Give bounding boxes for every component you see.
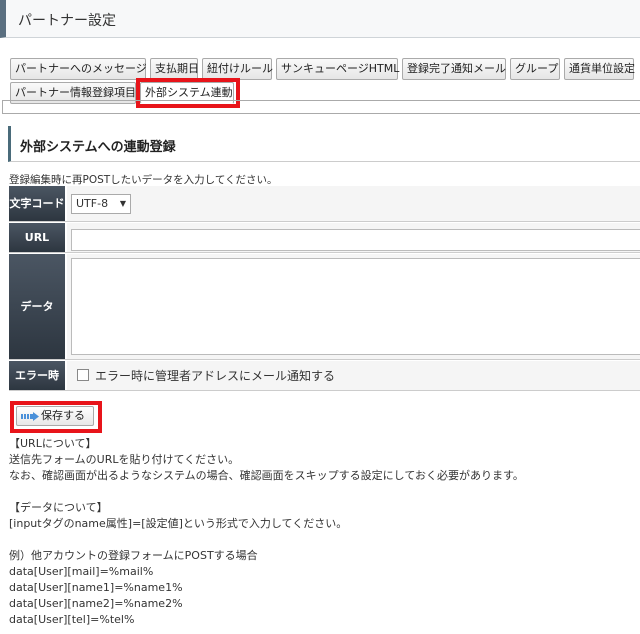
url-label: URL (9, 223, 65, 252)
note-line: 【URLについて】 (9, 437, 97, 450)
charset-value: UTF-8 (76, 197, 109, 210)
charset-select[interactable]: UTF-8 ▼ (71, 194, 131, 214)
chevron-down-icon: ▼ (119, 199, 126, 208)
help-notes: 【URLについて】 送信先フォームのURLを貼り付けてください。 なお、確認画面… (9, 436, 524, 628)
note-line (9, 532, 524, 548)
page-header: パートナー設定 (0, 0, 640, 38)
note-line: data[User][name1]=%name1% (9, 581, 183, 594)
charset-cell: UTF-8 ▼ (67, 186, 640, 221)
note-line: なお、確認画面が出るようなシステムの場合、確認画面をスキップする設定にしておく必… (9, 469, 524, 482)
save-button-label: 保存する (41, 409, 85, 422)
data-textarea[interactable] (71, 258, 640, 355)
row-url: URL (9, 223, 640, 253)
tab-payment-due[interactable]: 支払期日 (150, 58, 199, 80)
url-cell (67, 223, 640, 252)
note-line (9, 484, 524, 500)
charset-label: 文字コード (9, 186, 65, 221)
note-line: data[User][tel]=%tel% (9, 613, 135, 626)
section-title: 外部システムへの連動登録 (8, 126, 640, 162)
section-heading: 外部システムへの連動登録 (20, 140, 176, 155)
error-notify-checkbox[interactable] (77, 369, 89, 381)
error-label: エラー時 (9, 361, 65, 390)
page-title: パートナー設定 (18, 13, 116, 29)
data-cell (67, 254, 640, 359)
error-notify-label[interactable]: エラー時に管理者アドレスにメール通知する (95, 367, 335, 384)
tab-currency[interactable]: 通貨単位設定 (564, 58, 635, 80)
tab-group[interactable]: グループ (510, 58, 560, 80)
error-cell: エラー時に管理者アドレスにメール通知する (67, 361, 640, 390)
row-error: エラー時 エラー時に管理者アドレスにメール通知する (9, 361, 640, 391)
note-line: 例）他アカウントの登録フォームにPOSTする場合 (9, 549, 258, 562)
note-line: 【データについて】 (9, 501, 108, 514)
note-line: 送信先フォームのURLを貼り付けてください。 (9, 453, 240, 466)
tab-link-rules[interactable]: 紐付けルール (202, 58, 273, 80)
tab-partner-message[interactable]: パートナーへのメッセージ (10, 58, 147, 80)
data-label: データ (9, 254, 65, 359)
section-intro: 登録編集時に再POSTしたいデータを入力してください。 (9, 174, 278, 186)
save-button[interactable]: 保存する (16, 406, 94, 426)
note-line: data[User][name2]=%name2% (9, 597, 183, 610)
tab-content-rule (2, 100, 640, 114)
note-line: data[User][mail]=%mail% (9, 565, 154, 578)
url-input[interactable] (71, 229, 640, 251)
row-charset: 文字コード UTF-8 ▼ (9, 186, 640, 222)
row-data: データ (9, 254, 640, 360)
tab-thankyou-html[interactable]: サンキューページHTML (276, 58, 399, 80)
tab-registration-mail[interactable]: 登録完了通知メール (402, 58, 506, 80)
arrow-right-icon (21, 412, 39, 421)
note-line: [inputタグのname属性]=[設定値]という形式で入力してください。 (9, 517, 348, 530)
